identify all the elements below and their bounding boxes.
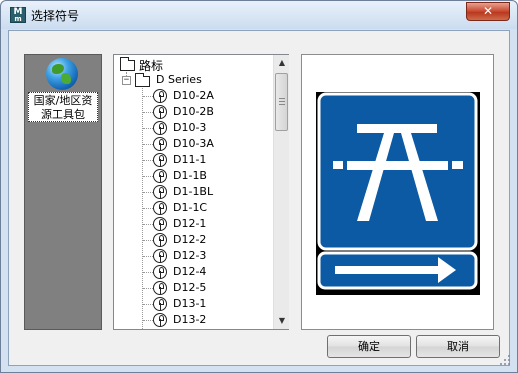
tree-item-label: D10-2A: [173, 89, 214, 102]
folder-icon: [120, 57, 135, 71]
tree-item-label: D10-2B: [173, 105, 214, 118]
dialog-body: 国家/地区资源工具包 路标 − D Series D10-2A D10-2B D10…: [8, 30, 510, 366]
signpost-icon: [153, 233, 167, 247]
resource-list: 国家/地区资源工具包: [24, 54, 102, 330]
scroll-up-icon[interactable]: ▲: [274, 55, 290, 71]
tree-item-symbol[interactable]: D10-2B: [118, 104, 268, 120]
tree-item-symbol[interactable]: D10-3A: [118, 136, 268, 152]
signpost-icon: [153, 137, 167, 151]
tree-item-label: D1-1C: [173, 201, 208, 214]
symbol-picker-dialog: Mm 选择符号 ✕ 国家/地区资源工具包 路标 − D Series D10-2…: [0, 0, 518, 373]
tree-item-d-series[interactable]: − D Series: [118, 72, 268, 88]
signpost-icon: [153, 217, 167, 231]
tree-item-symbol[interactable]: D1-1C: [118, 200, 268, 216]
signpost-icon: [153, 249, 167, 263]
signpost-icon: [153, 169, 167, 183]
tree-item-symbol[interactable]: D1-1B: [118, 168, 268, 184]
tree-item-symbol[interactable]: D1-1BL: [118, 184, 268, 200]
tree-item-symbol[interactable]: D12-2: [118, 232, 268, 248]
tree-item-label: D12-3: [173, 249, 207, 262]
tree-item-symbol[interactable]: D13-2: [118, 312, 268, 328]
tree-item-root[interactable]: 路标: [118, 57, 268, 73]
resize-grip[interactable]: [499, 354, 511, 366]
symbol-tree: 路标 − D Series D10-2A D10-2B D10-3 D10-3A D11…: [113, 54, 289, 330]
resource-item[interactable]: 国家/地区资源工具包: [25, 55, 101, 127]
signpost-icon: [153, 185, 167, 199]
tree-item-symbol[interactable]: D12-4: [118, 264, 268, 280]
scroll-down-icon[interactable]: ▼: [274, 313, 290, 329]
title-bar[interactable]: Mm 选择符号 ✕: [1, 1, 517, 29]
tree-item-symbol[interactable]: D12-3: [118, 248, 268, 264]
tree-item-label: D13-1: [173, 297, 207, 310]
tree-item-symbol[interactable]: D12-5: [118, 280, 268, 296]
symbol-preview: [301, 54, 494, 330]
signpost-icon: [153, 297, 167, 311]
signpost-icon: [153, 105, 167, 119]
tree-item-label: D12-4: [173, 265, 207, 278]
folder-icon: [135, 73, 150, 87]
tree-item-label: D12-1: [173, 217, 207, 230]
cancel-button[interactable]: 取消: [416, 335, 500, 358]
tree-item-label: D10-3A: [173, 137, 214, 150]
tree-scrollbar[interactable]: ▲ ▼: [273, 55, 289, 329]
signpost-icon: [153, 153, 167, 167]
tree-item-label: D11-1: [173, 153, 207, 166]
ok-button[interactable]: 确定: [327, 335, 411, 358]
tree-item-symbol[interactable]: D13-1: [118, 296, 268, 312]
signpost-icon: [153, 201, 167, 215]
signpost-icon: [153, 265, 167, 279]
preview-sign: [316, 92, 480, 295]
close-button[interactable]: ✕: [466, 2, 510, 21]
tree-item-symbol[interactable]: D10-3: [118, 120, 268, 136]
scroll-thumb[interactable]: [275, 73, 288, 131]
resource-item-label: 国家/地区资源工具包: [28, 92, 98, 122]
tree-item-symbol[interactable]: D12-1: [118, 216, 268, 232]
signpost-icon: [153, 89, 167, 103]
globe-icon: [46, 58, 78, 90]
collapse-icon[interactable]: −: [122, 76, 131, 85]
picnic-table-icon: [317, 92, 478, 251]
tree-content: 路标 − D Series D10-2A D10-2B D10-3 D10-3A D11…: [114, 55, 274, 329]
window-title: 选择符号: [31, 9, 80, 23]
tree-item-symbol[interactable]: D10-2A: [118, 88, 268, 104]
signpost-icon: [153, 121, 167, 135]
tree-item-label: D1-1B: [173, 169, 207, 182]
signpost-icon: [153, 313, 167, 327]
app-icon: Mm: [10, 7, 26, 23]
close-icon: ✕: [482, 4, 494, 18]
tree-item-label: D10-3: [173, 121, 207, 134]
tree-item-label: D13-2: [173, 313, 207, 326]
signpost-icon: [153, 281, 167, 295]
tree-item-symbol[interactable]: D11-1: [118, 152, 268, 168]
tree-item-label: D12-2: [173, 233, 207, 246]
tree-item-label: D12-5: [173, 281, 207, 294]
tree-item-label: D Series: [156, 73, 202, 86]
tree-item-label: D1-1BL: [173, 185, 214, 198]
